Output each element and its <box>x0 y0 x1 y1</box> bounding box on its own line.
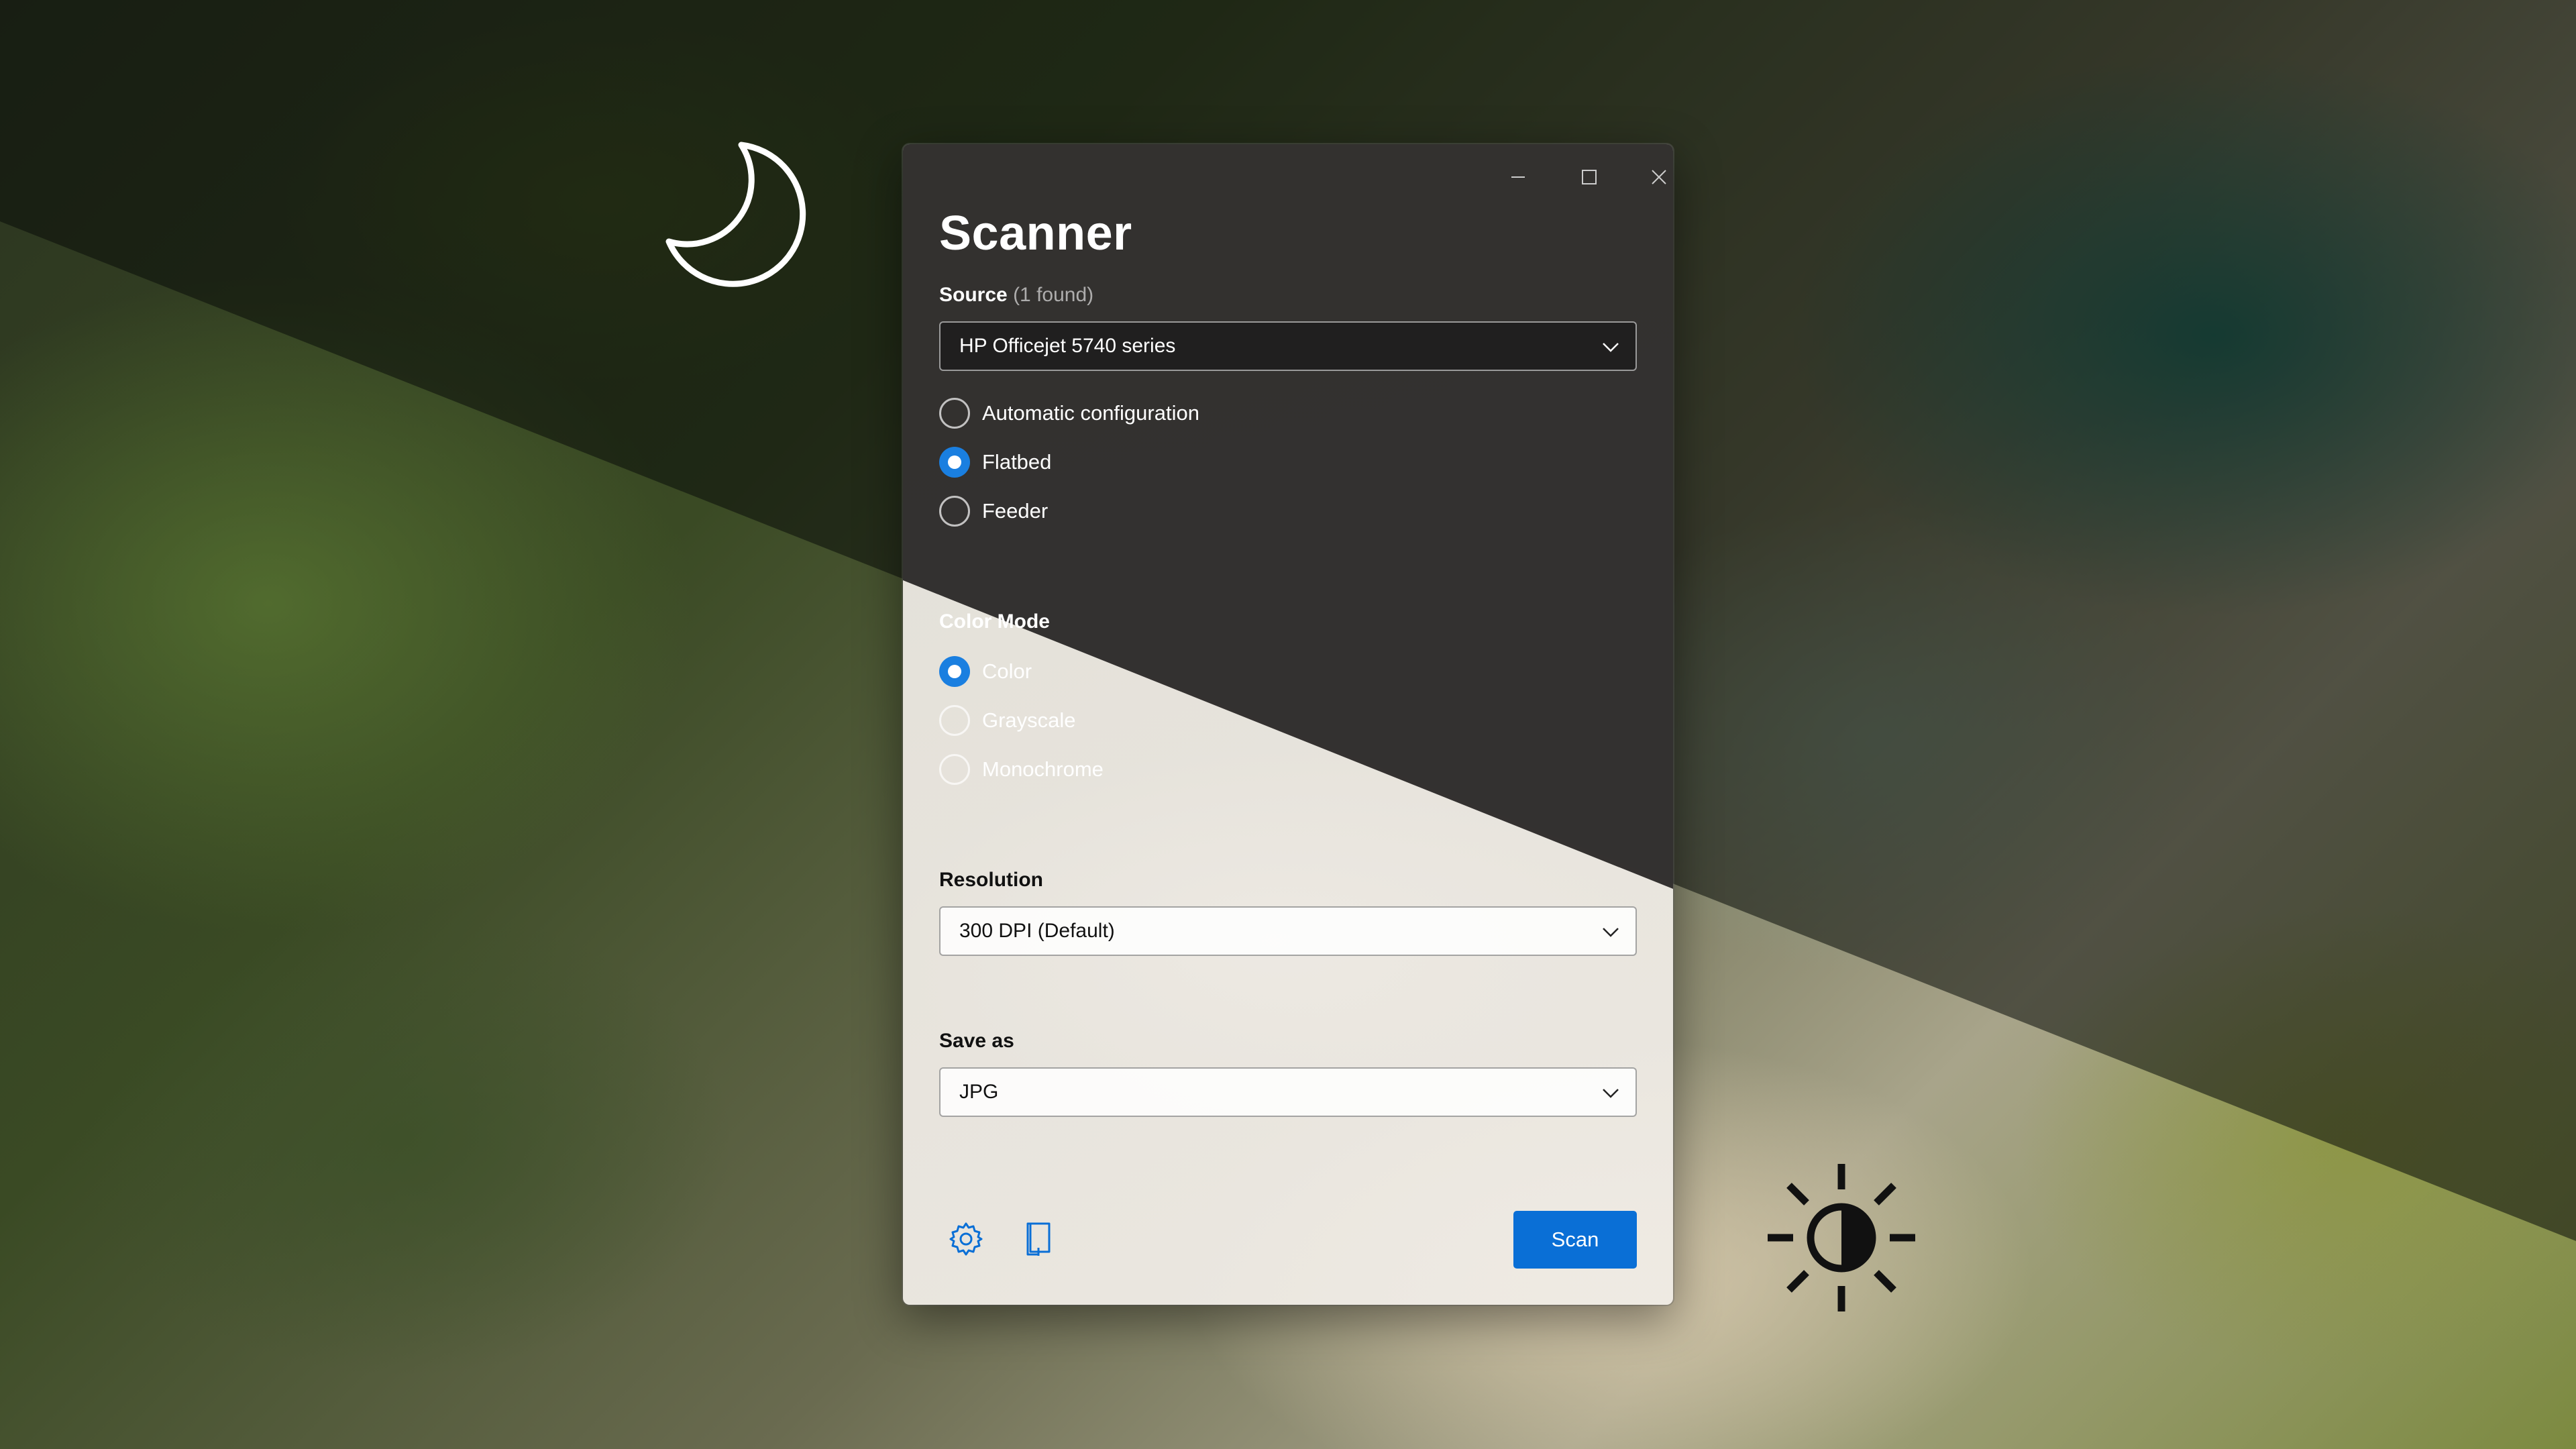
color-mode-label: Color Mode <box>939 610 1050 633</box>
minimize-button[interactable] <box>1495 159 1542 195</box>
source-label-text: Source <box>939 284 1008 306</box>
radio-color[interactable]: Color <box>939 655 1032 688</box>
save-as-label: Save as <box>939 1030 1014 1052</box>
resolution-selected: 300 DPI (Default) <box>959 920 1115 942</box>
radio-button[interactable] <box>939 398 970 429</box>
moon-icon <box>665 142 806 287</box>
radio-flatbed[interactable]: Flatbed <box>939 445 1051 479</box>
radio-label: Grayscale <box>982 708 1076 732</box>
radio-feeder[interactable]: Feeder <box>939 494 1048 528</box>
radio-button-checked[interactable] <box>939 656 970 687</box>
radio-monochrome[interactable]: Monochrome <box>939 753 1104 786</box>
radio-button[interactable] <box>939 754 970 785</box>
gear-icon <box>949 1222 983 1256</box>
chevron-down-icon <box>1603 928 1619 937</box>
radio-label: Monochrome <box>982 757 1104 781</box>
save-as-dropdown[interactable]: JPG <box>939 1067 1637 1117</box>
resolution-label: Resolution <box>939 869 1043 891</box>
maximize-button[interactable] <box>1566 159 1613 195</box>
source-dropdown[interactable]: HP Officejet 5740 series <box>939 321 1637 371</box>
minimize-icon <box>1511 176 1525 178</box>
radio-button-checked[interactable] <box>939 447 970 478</box>
scan-button[interactable]: Scan <box>1513 1211 1637 1269</box>
preview-button[interactable] <box>1018 1218 1061 1260</box>
radio-automatic-configuration[interactable]: Automatic configuration <box>939 396 1199 430</box>
chevron-down-icon <box>1603 1089 1619 1098</box>
radio-label: Automatic configuration <box>982 401 1199 425</box>
source-count: (1 found) <box>1013 284 1094 306</box>
document-preview-icon <box>1026 1222 1051 1256</box>
radio-button[interactable] <box>939 496 970 527</box>
chevron-down-icon <box>1603 343 1619 352</box>
radio-label: Flatbed <box>982 450 1052 474</box>
maximize-icon <box>1582 170 1597 184</box>
close-button[interactable] <box>1635 159 1673 195</box>
source-label: Source (1 found) <box>939 284 1093 307</box>
app-title: Scanner <box>939 207 1132 260</box>
source-selected: HP Officejet 5740 series <box>959 335 1176 357</box>
close-icon <box>1652 170 1666 184</box>
resolution-dropdown[interactable]: 300 DPI (Default) <box>939 906 1637 956</box>
radio-grayscale[interactable]: Grayscale <box>939 704 1076 737</box>
radio-label: Feeder <box>982 499 1049 523</box>
radio-label: Color <box>982 659 1032 683</box>
sun-icon <box>1768 1164 1915 1311</box>
scanner-window: Scanner Source (1 found) HP Officejet 57… <box>903 144 1673 1305</box>
settings-button[interactable] <box>945 1218 987 1260</box>
radio-button[interactable] <box>939 705 970 736</box>
save-as-selected: JPG <box>959 1081 999 1103</box>
